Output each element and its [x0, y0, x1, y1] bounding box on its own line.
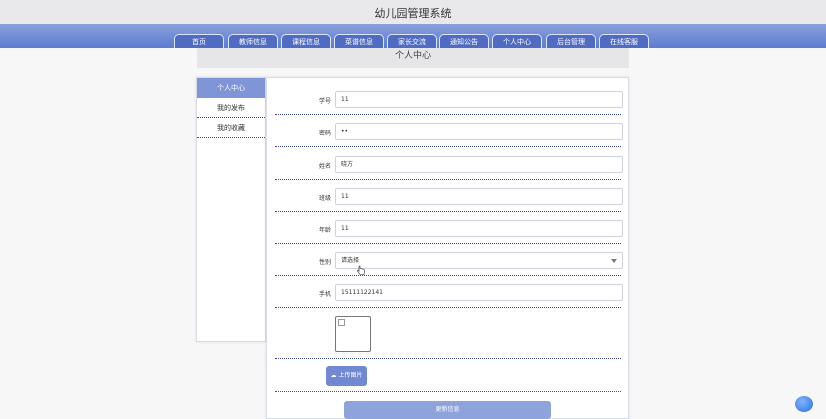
- chevron-down-icon: [611, 259, 617, 263]
- cloud-upload-icon: ☁: [330, 372, 337, 379]
- gender-select[interactable]: 请选择: [335, 252, 623, 269]
- phone-input[interactable]: 15111122141: [335, 284, 623, 301]
- password-label: 密码: [318, 130, 331, 137]
- avatar-image: [335, 316, 371, 352]
- form-row-age: 年龄 11: [275, 219, 623, 244]
- nav-tab-teachers[interactable]: 教师信息: [228, 34, 278, 48]
- title-bar: 幼儿园管理系统: [0, 0, 826, 24]
- name-label: 姓名: [318, 163, 331, 170]
- student-id-input[interactable]: 11: [335, 91, 623, 108]
- main-nav: 首页 教师信息 课程信息 菜谱信息 家长交流 通知公告 个人中心 后台管理 在线…: [0, 24, 826, 48]
- nav-tab-menus[interactable]: 菜谱信息: [334, 34, 384, 48]
- sidebar-item-favorites[interactable]: 我的收藏: [197, 118, 265, 138]
- age-input[interactable]: 11: [335, 220, 623, 237]
- form-row-avatar: [275, 316, 621, 359]
- profile-form: 学号 11 密码 •• 姓名 晓方 班级 11 年龄 11 性别 请选择 手机 …: [266, 77, 629, 419]
- app-title: 幼儿园管理系统: [374, 7, 452, 20]
- form-row-student-id: 学号 11: [275, 90, 623, 115]
- form-row-class: 班级 11: [275, 187, 623, 212]
- form-row-phone: 手机 15111122141: [275, 283, 623, 308]
- hand-cursor-icon: [357, 265, 365, 275]
- nav-tab-support[interactable]: 在线客服: [599, 34, 649, 48]
- page-title: 个人中心: [197, 48, 629, 68]
- phone-label: 手机: [318, 291, 331, 298]
- nav-tab-parents[interactable]: 家长交流: [387, 34, 437, 48]
- form-row-password: 密码 ••: [275, 122, 623, 147]
- nav-tab-courses[interactable]: 课程信息: [281, 34, 331, 48]
- form-row-name: 姓名 晓方: [275, 155, 623, 180]
- name-input[interactable]: 晓方: [335, 156, 623, 173]
- nav-tab-admin[interactable]: 后台管理: [546, 34, 596, 48]
- sidebar-item-profile[interactable]: 个人中心: [197, 78, 265, 98]
- gender-label: 性别: [318, 259, 331, 266]
- upload-image-button[interactable]: ☁ 上传图片: [326, 366, 367, 386]
- password-input[interactable]: ••: [335, 123, 623, 140]
- update-info-button[interactable]: 更新信息: [344, 401, 551, 419]
- floating-chat-icon[interactable]: [795, 396, 813, 412]
- sidebar: 个人中心 我的发布 我的收藏: [196, 77, 266, 342]
- form-row-gender: 性别 请选择: [275, 251, 623, 276]
- upload-image-label: 上传图片: [338, 372, 363, 379]
- nav-tab-profile[interactable]: 个人中心: [492, 34, 542, 48]
- sidebar-item-my-posts[interactable]: 我的发布: [197, 98, 265, 118]
- nav-tab-notices[interactable]: 通知公告: [439, 34, 489, 48]
- gender-select-value: 请选择: [341, 257, 360, 264]
- class-input[interactable]: 11: [335, 188, 623, 205]
- broken-image-icon: [338, 319, 345, 326]
- student-id-label: 学号: [318, 98, 331, 105]
- class-label: 班级: [318, 195, 331, 202]
- nav-tab-home[interactable]: 首页: [174, 34, 224, 48]
- age-label: 年龄: [318, 227, 331, 234]
